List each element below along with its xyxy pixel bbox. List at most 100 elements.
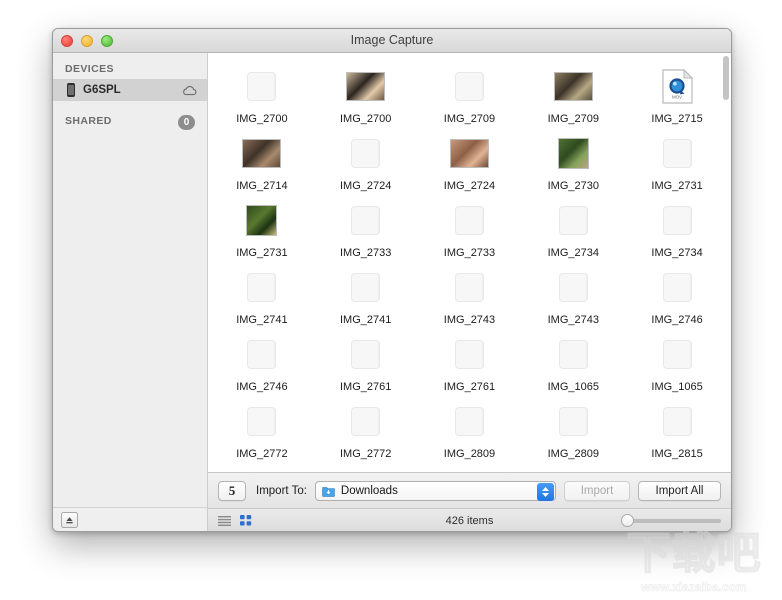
thumbnail-cell[interactable]: MOVIMG_2715 [625, 67, 729, 125]
empty-thumbnail-placeholder [559, 340, 588, 369]
thumbnail-filename: IMG_2714 [236, 180, 287, 192]
thumbnail-cell[interactable]: IMG_2746 [210, 335, 314, 393]
thumbnail-cell[interactable]: IMG_2761 [418, 335, 522, 393]
thumbnail-cell[interactable]: IMG_2761 [314, 335, 418, 393]
watermark-text: 下载吧 [614, 528, 774, 580]
chevron-down-icon [542, 493, 549, 497]
thumbnail-size-slider[interactable] [621, 514, 721, 528]
sidebar-item-g6spl[interactable]: G6SPL [53, 79, 207, 101]
vertical-scrollbar[interactable] [723, 56, 729, 469]
empty-thumbnail-placeholder [247, 340, 276, 369]
thumbnail-image [346, 402, 385, 441]
empty-thumbnail-placeholder [351, 340, 380, 369]
thumbnail-image [346, 201, 385, 240]
empty-thumbnail-placeholder [247, 72, 276, 101]
thumbnail-scroll-area[interactable]: IMG_2700IMG_2700 IMG_2709 IMG_2709 MOVIMG_2… [208, 53, 731, 472]
thumbnail-filename: IMG_2761 [444, 381, 495, 393]
photo-thumbnail [554, 72, 593, 101]
eject-button[interactable] [61, 512, 78, 528]
thumbnail-cell[interactable]: IMG_2746 [625, 268, 729, 326]
thumbnail-cell[interactable]: IMG_2714 [210, 134, 314, 192]
minimize-button[interactable] [81, 35, 93, 47]
thumbnail-filename: IMG_2746 [651, 314, 702, 326]
import-all-button[interactable]: Import All [638, 481, 721, 501]
sidebar-shared-row[interactable]: 0 [53, 111, 207, 133]
thumbnail-cell[interactable]: IMG_1065 [625, 335, 729, 393]
close-button[interactable] [61, 35, 73, 47]
status-bar: 426 items [208, 508, 731, 532]
thumbnail-image [242, 402, 281, 441]
thumbnail-filename: IMG_1065 [548, 381, 599, 393]
thumbnail-image [658, 335, 697, 374]
thumbnail-image [346, 134, 385, 173]
iphone-icon [67, 83, 75, 97]
photo-thumbnail [242, 139, 281, 168]
thumbnail-filename: IMG_2731 [651, 180, 702, 192]
list-view-icon[interactable] [218, 516, 231, 526]
chevron-up-icon [542, 487, 549, 491]
thumbnail-image [450, 134, 489, 173]
slider-knob[interactable] [621, 514, 634, 527]
thumbnail-cell[interactable]: IMG_2709 [418, 67, 522, 125]
window-body: DEVICES G6SPL SHARED 0 [53, 53, 731, 532]
import-destination-popup[interactable]: Downloads [315, 481, 556, 501]
photo-thumbnail [450, 139, 489, 168]
thumbnail-filename: IMG_2733 [444, 247, 495, 259]
thumbnail-cell[interactable]: IMG_2700 [210, 67, 314, 125]
grid-view-icon[interactable] [240, 515, 252, 526]
import-all-button-label: Import All [656, 485, 704, 497]
thumbnail-cell[interactable]: IMG_2809 [521, 402, 625, 460]
thumbnail-cell[interactable]: IMG_2709 [521, 67, 625, 125]
thumbnail-cell[interactable]: IMG_2700 [314, 67, 418, 125]
popup-stepper-arrows[interactable] [537, 483, 554, 501]
thumbnail-cell[interactable]: IMG_1065 [521, 335, 625, 393]
thumbnail-cell[interactable]: IMG_2734 [521, 201, 625, 259]
thumbnail-filename: IMG_2709 [444, 113, 495, 125]
import-destination-value: Downloads [341, 485, 398, 497]
thumbnail-cell[interactable]: IMG_2734 [625, 201, 729, 259]
thumbnail-filename: IMG_2743 [444, 314, 495, 326]
thumbnail-cell[interactable]: IMG_2730 [521, 134, 625, 192]
rotate-counterclockwise-button[interactable]: 5 [218, 481, 246, 501]
thumbnail-cell[interactable]: IMG_2731 [210, 201, 314, 259]
thumbnail-cell[interactable]: IMG_2724 [418, 134, 522, 192]
thumbnail-filename: IMG_2743 [548, 314, 599, 326]
scrollbar-thumb[interactable] [723, 56, 729, 100]
thumbnail-cell[interactable]: IMG_2809 [418, 402, 522, 460]
thumbnail-cell[interactable]: IMG_2731 [625, 134, 729, 192]
thumbnail-cell[interactable]: IMG_2772 [210, 402, 314, 460]
thumbnail-cell[interactable]: IMG_2743 [521, 268, 625, 326]
downloads-folder-icon [322, 485, 335, 497]
thumbnail-filename: IMG_2733 [340, 247, 391, 259]
thumbnail-filename: IMG_2761 [340, 381, 391, 393]
thumbnail-image [242, 201, 281, 240]
sidebar-footer [53, 507, 207, 532]
thumbnail-image [450, 67, 489, 106]
thumbnail-filename: IMG_2709 [548, 113, 599, 125]
thumbnail-image [658, 268, 697, 307]
thumbnail-cell[interactable]: IMG_2772 [314, 402, 418, 460]
import-button-label: Import [581, 485, 614, 497]
thumbnail-filename: IMG_2724 [340, 180, 391, 192]
empty-thumbnail-placeholder [663, 139, 692, 168]
empty-thumbnail-placeholder [455, 407, 484, 436]
import-button[interactable]: Import [564, 481, 630, 501]
thumbnail-image [242, 335, 281, 374]
thumbnail-cell[interactable]: IMG_2733 [418, 201, 522, 259]
empty-thumbnail-placeholder [247, 273, 276, 302]
thumbnail-filename: IMG_2731 [236, 247, 287, 259]
empty-thumbnail-placeholder [351, 206, 380, 235]
thumbnail-image [554, 335, 593, 374]
thumbnail-cell[interactable]: IMG_2741 [210, 268, 314, 326]
import-toolbar: 5 Import To: Downloads [208, 472, 731, 508]
thumbnail-cell[interactable]: IMG_2741 [314, 268, 418, 326]
thumbnail-cell[interactable]: IMG_2815 [625, 402, 729, 460]
zoom-button[interactable] [101, 35, 113, 47]
thumbnail-cell[interactable]: IMG_2724 [314, 134, 418, 192]
photo-thumbnail [346, 72, 385, 101]
thumbnail-cell[interactable]: IMG_2743 [418, 268, 522, 326]
thumbnail-image [346, 67, 385, 106]
thumbnail-filename: IMG_2809 [444, 448, 495, 460]
cloud-icon [182, 85, 197, 96]
thumbnail-cell[interactable]: IMG_2733 [314, 201, 418, 259]
